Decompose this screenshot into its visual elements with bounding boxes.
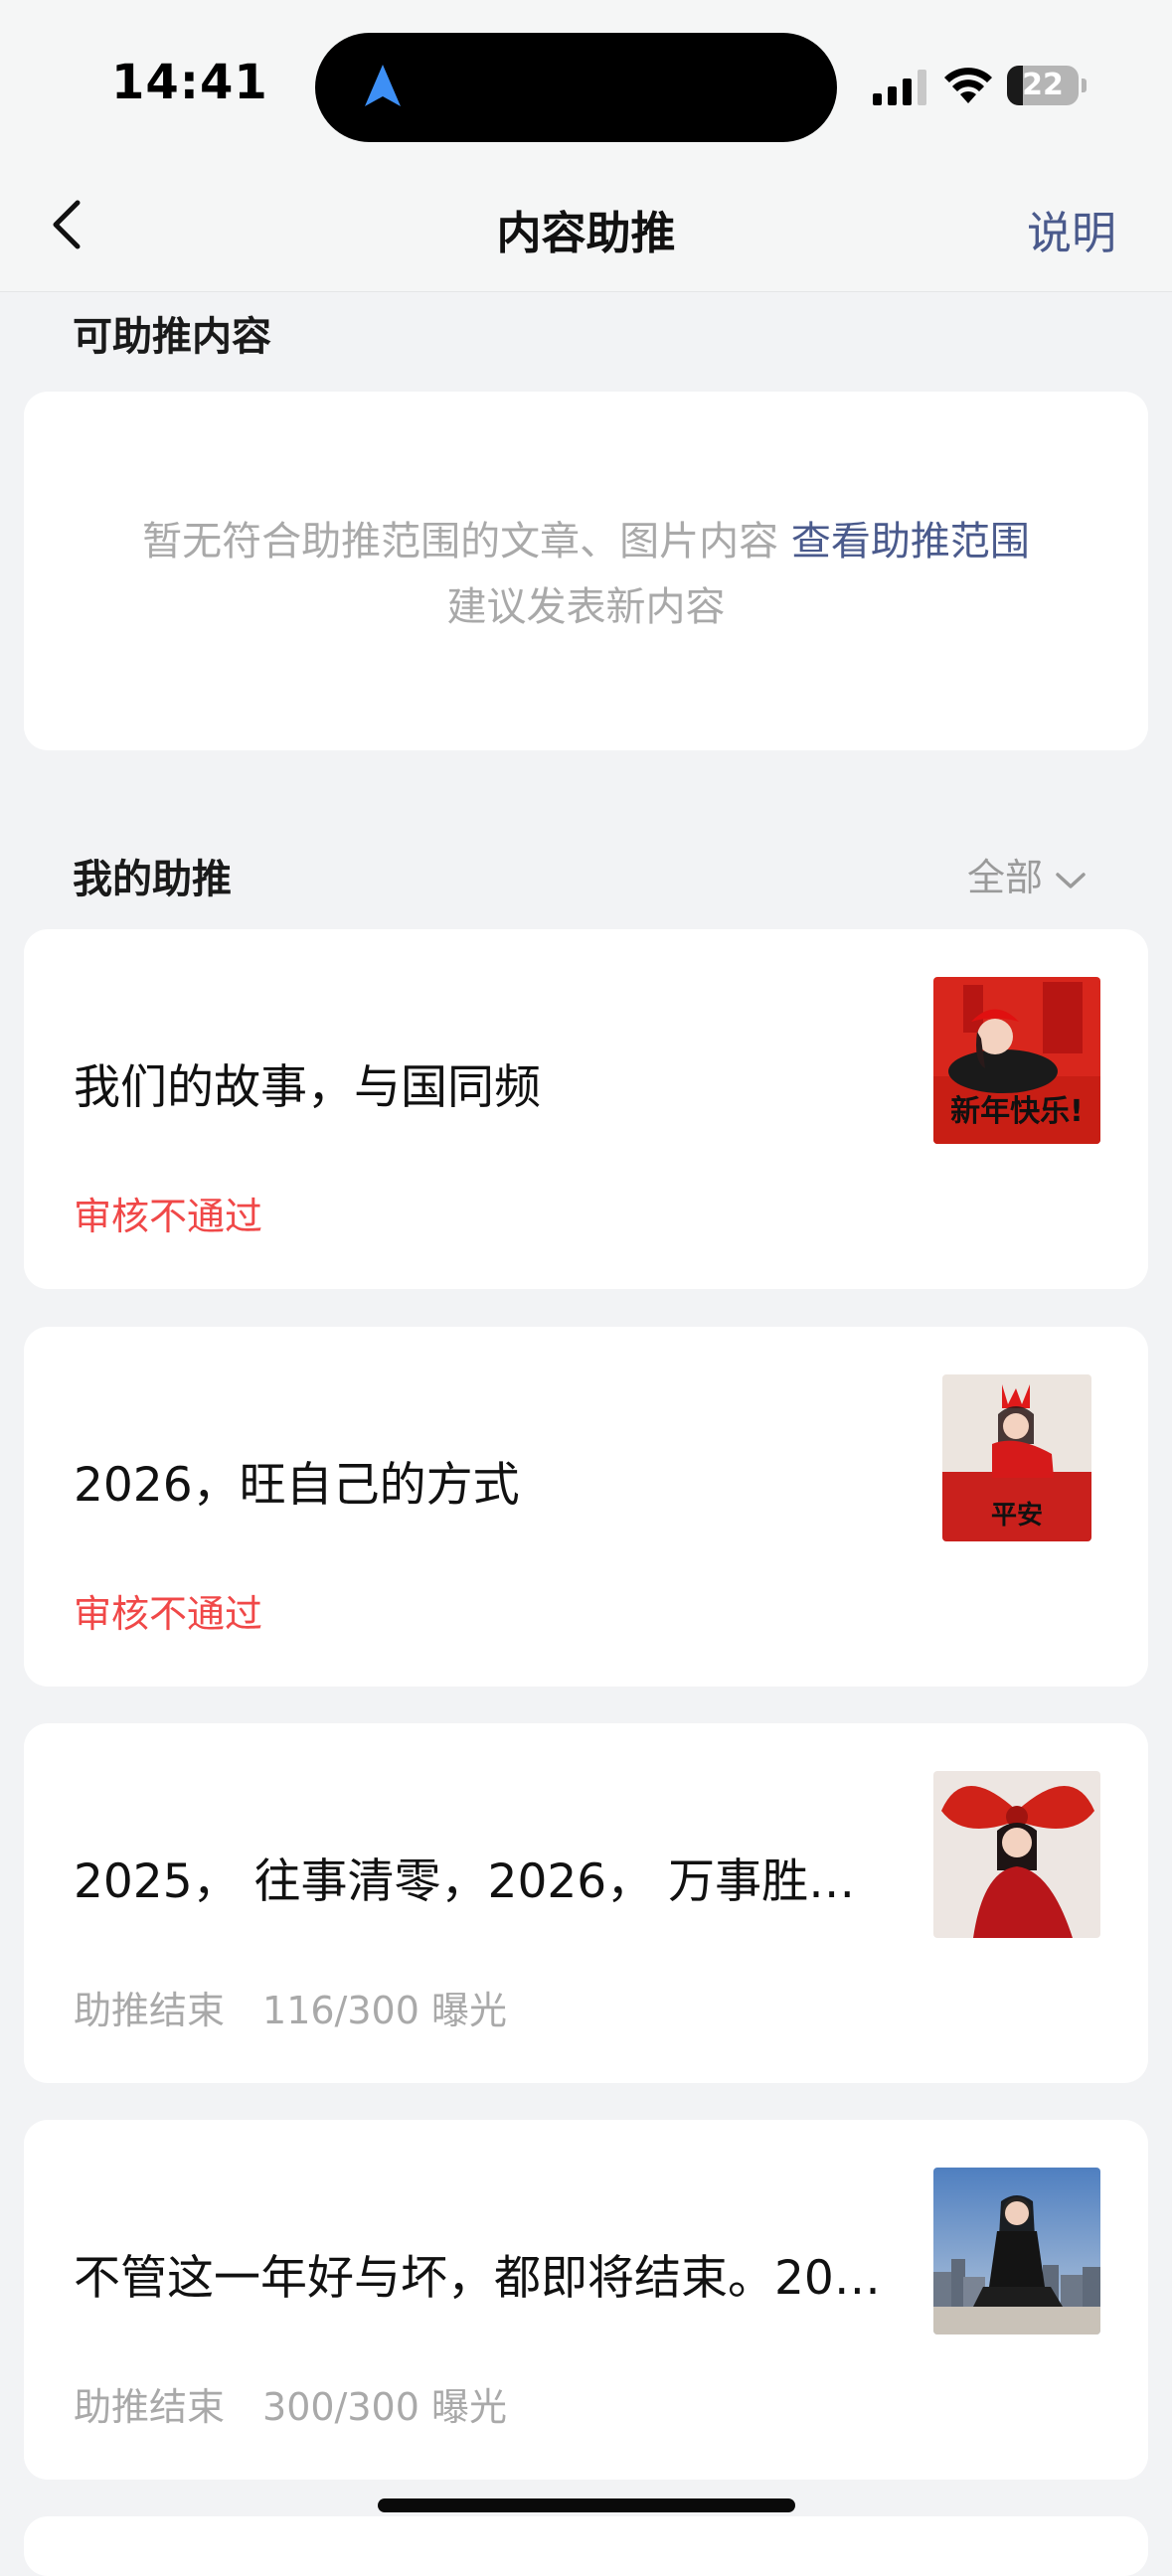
promotion-title: 不管这一年好与坏，都即将结束。2026，你好 (74, 2251, 899, 2306)
promotion-card[interactable]: 2025， 往事清零，2026， 万事胜意，马到成功 助推结束 116/300 曝… (24, 1723, 1148, 2083)
promotion-status-label: 助推结束 (74, 2385, 226, 2429)
promotion-title: 2025， 往事清零，2026， 万事胜意，马到成功 (74, 1854, 899, 1909)
chevron-down-icon (1056, 872, 1086, 888)
promotion-title: 我们的故事，与国同频 (74, 1060, 541, 1115)
filter-label: 全部 (966, 856, 1043, 899)
promotion-thumbnail: 平安 (942, 1374, 1091, 1541)
filter-dropdown[interactable]: 全部 (967, 847, 1087, 901)
battery-body: 22 (1007, 66, 1079, 105)
status-time: 14:41 (111, 55, 268, 110)
promotion-impressions: 116/300 曝光 (262, 1989, 507, 2032)
promotion-status: 助推结束 116/300 曝光 (74, 1980, 507, 2034)
my-promotions-section-title: 我的助推 (73, 857, 232, 902)
battery-percent: 22 (1022, 68, 1064, 102)
battery-cap (1082, 79, 1087, 92)
promotion-status: 助推结束 300/300 曝光 (74, 2376, 507, 2431)
battery-indicator: 22 (1007, 66, 1087, 105)
available-section-title: 可助推内容 (73, 314, 271, 360)
cellular-signal-icon (873, 70, 926, 105)
promotion-thumbnail (933, 1771, 1100, 1938)
page-title: 内容助推 (496, 207, 676, 259)
promotion-card[interactable]: 2026，旺自己的方式 审核不通过 平安 (24, 1327, 1148, 1687)
location-arrow-icon (365, 65, 401, 106)
thumbnail-text: 平安 (991, 1501, 1043, 1530)
help-link[interactable]: 说明 (1027, 197, 1116, 261)
home-indicator[interactable] (378, 2498, 795, 2512)
promotion-card[interactable]: 不管这一年好与坏，都即将结束。2026，你好 助推结束 300/300 曝光 (24, 2120, 1148, 2480)
navigation-bar: 内容助推 说明 (0, 169, 1172, 292)
promotion-title: 2026，旺自己的方式 (74, 1458, 520, 1513)
promotion-thumbnail: 新年快乐! (933, 977, 1100, 1144)
promotion-status: 审核不通过 (74, 1592, 263, 1636)
dynamic-island (315, 33, 837, 142)
thumbnail-text: 新年快乐! (950, 1094, 1084, 1129)
empty-state-card: 暂无符合助推范围的文章、图片内容 查看助推范围 建议发表新内容 (24, 392, 1148, 750)
status-bar: 14:41 22 (0, 0, 1172, 169)
promotion-card-partial[interactable] (24, 2516, 1148, 2576)
promotion-status-label: 助推结束 (74, 1989, 226, 2032)
promotion-thumbnail (933, 2168, 1100, 2334)
view-scope-link[interactable]: 查看助推范围 (791, 519, 1030, 564)
wifi-icon (944, 68, 992, 103)
promotion-impressions: 300/300 曝光 (262, 2385, 507, 2429)
empty-state-suggestion: 建议发表新内容 (446, 584, 726, 630)
promotion-status: 审核不通过 (74, 1195, 263, 1238)
empty-state-text: 暂无符合助推范围的文章、图片内容 查看助推范围 (24, 509, 1148, 566)
empty-state-message: 暂无符合助推范围的文章、图片内容 (142, 519, 779, 564)
promotion-card[interactable]: 我们的故事，与国同频 审核不通过 新年快乐! (24, 929, 1148, 1289)
